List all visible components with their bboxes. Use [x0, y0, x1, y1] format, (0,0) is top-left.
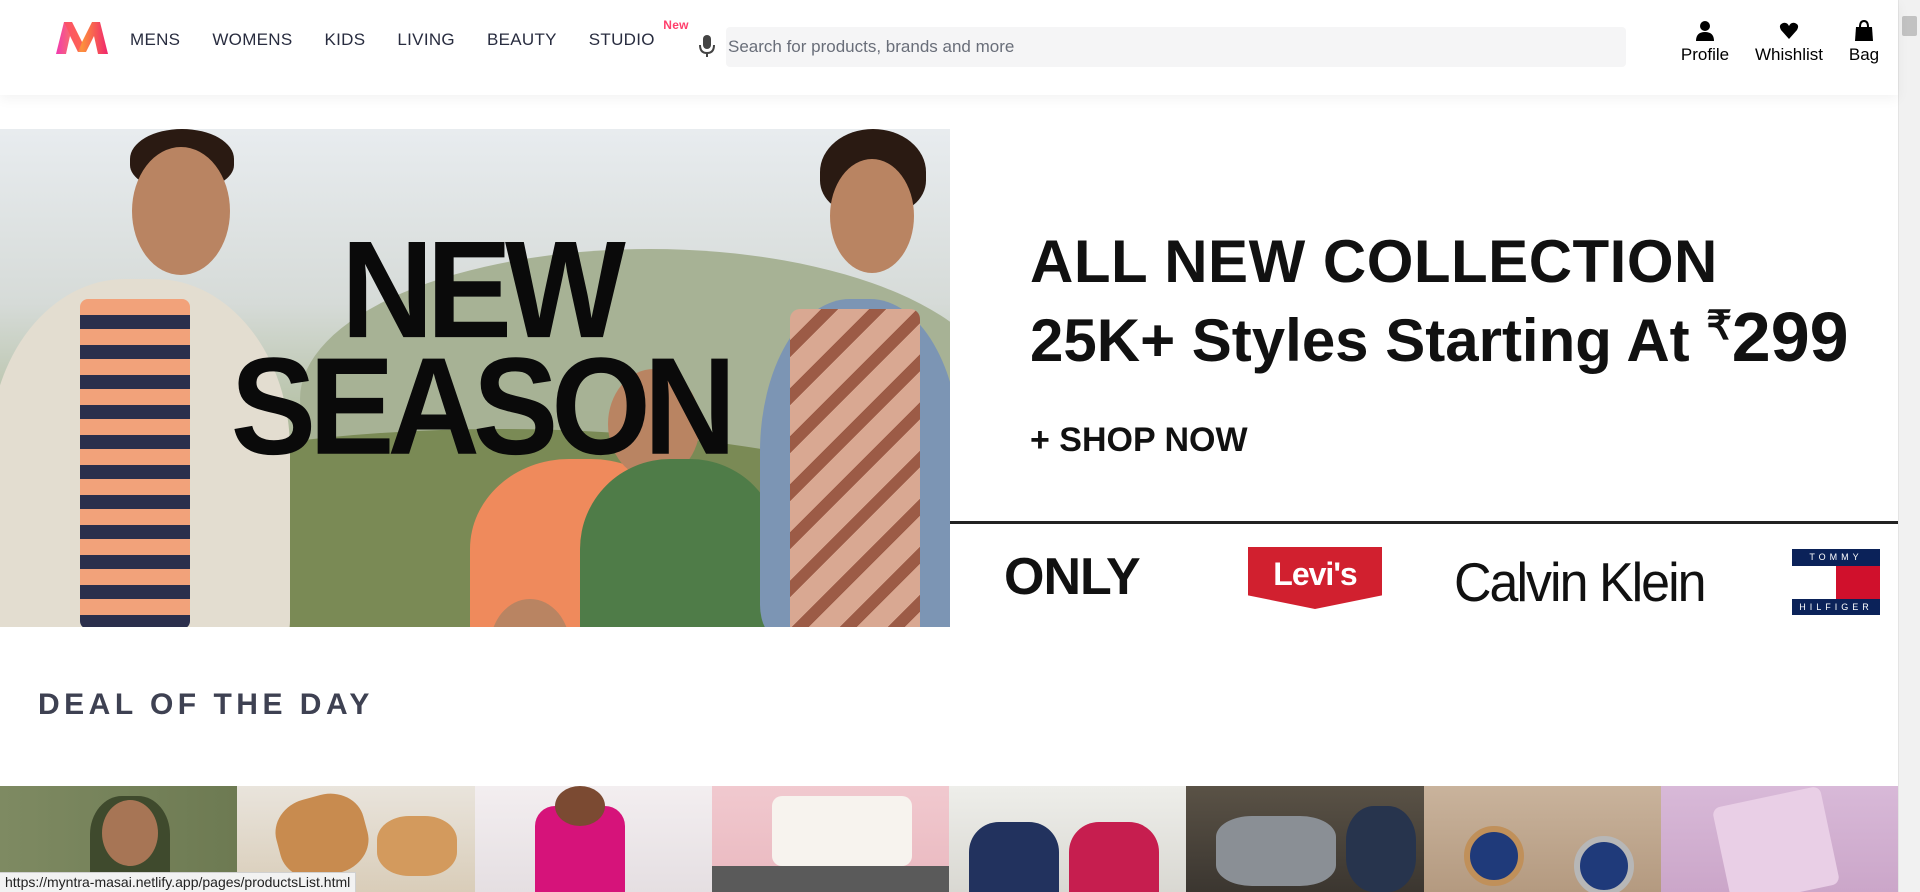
brand-logo-levis[interactable]: Levi's [1248, 547, 1382, 609]
deal-of-the-day-title: DEAL OF THE DAY [38, 688, 374, 721]
deal-tile-women-dress[interactable] [474, 786, 712, 892]
hero-model-shirt [80, 299, 190, 627]
user-icon [1696, 21, 1714, 41]
nav-mens[interactable]: MENS [130, 30, 180, 50]
myntra-logo-icon[interactable] [54, 18, 110, 58]
scrollbar-thumb[interactable] [1902, 16, 1917, 36]
deal-tile-home-decor[interactable] [711, 786, 949, 892]
new-badge: New [663, 18, 689, 32]
brand-logo-only[interactable]: ONLY [1004, 547, 1141, 607]
nav-studio-label: STUDIO [588, 30, 655, 49]
nav-living[interactable]: LIVING [397, 30, 455, 50]
header-actions: Profile Whishlist Bag [1660, 20, 1900, 65]
page-scrollbar[interactable] [1898, 0, 1920, 892]
wishlist-label: Whishlist [1754, 45, 1823, 64]
microphone-icon[interactable] [698, 34, 716, 58]
main-nav: MENS WOMENS KIDS LIVING BEAUTY STUDIO Ne… [130, 0, 689, 80]
hero-headline-prefix: 25K+ Styles Starting At [1030, 307, 1707, 374]
deal-pillow [771, 796, 912, 866]
deal-rider [1346, 806, 1417, 892]
bag-icon [1855, 20, 1873, 41]
deal-tile-bikers[interactable] [1186, 786, 1424, 892]
site-header: MENS WOMENS KIDS LIVING BEAUTY STUDIO Ne… [0, 0, 1898, 95]
bag-label: Bag [1848, 45, 1880, 64]
deal-model-hair [554, 786, 605, 826]
tommy-logo-bottom: HILFIGER [1799, 602, 1873, 612]
hero-banner-line2: SEASON [230, 329, 737, 484]
hero-headline-line2: 25K+ Styles Starting At ₹299 [1030, 297, 1849, 377]
hero-headline-line1: ALL NEW COLLECTION [1030, 228, 1718, 295]
deal-kid [1069, 822, 1159, 892]
hero-model-shirt [790, 309, 920, 627]
deal-model-face [102, 800, 158, 866]
brand-logo-tommy-hilfiger[interactable]: TOMMY HILFIGER [1792, 549, 1880, 615]
profile-button[interactable]: Profile [1660, 20, 1750, 65]
hero-model-face [830, 159, 914, 273]
hero-divider [950, 521, 1898, 524]
deal-tile-kids-ethnic[interactable] [949, 786, 1187, 892]
watch-icon [1463, 826, 1524, 886]
hero-price: 299 [1731, 298, 1849, 376]
tommy-flag-white [1792, 566, 1836, 599]
bag-button[interactable]: Bag [1828, 20, 1900, 65]
brand-logo-calvin-klein[interactable]: Calvin Klein [1454, 552, 1707, 615]
deal-shoe-icon [377, 816, 458, 876]
nav-beauty[interactable]: BEAUTY [487, 30, 557, 50]
tommy-flag-icon [1792, 565, 1880, 599]
profile-label: Profile [1680, 45, 1730, 64]
deal-furniture [711, 866, 949, 892]
deal-motorcycle [1216, 816, 1337, 886]
tommy-flag-red [1836, 566, 1880, 599]
wishlist-button[interactable]: Whishlist [1750, 20, 1828, 65]
hero-banner-image[interactable]: NEW SEASON [0, 129, 950, 627]
deal-perfume-box [1711, 786, 1840, 892]
hero-model-woman-green [580, 459, 780, 627]
search-input[interactable] [726, 27, 1626, 67]
deal-tile-watches[interactable] [1423, 786, 1661, 892]
nav-womens[interactable]: WOMENS [212, 30, 292, 50]
nav-kids[interactable]: KIDS [325, 30, 366, 50]
currency-symbol: ₹ [1706, 304, 1732, 348]
status-bar-url: https://myntra-masai.netlify.app/pages/p… [0, 872, 357, 892]
hero-promo-panel[interactable]: ALL NEW COLLECTION 25K+ Styles Starting … [950, 129, 1898, 627]
deal-kid [969, 822, 1059, 892]
nav-studio[interactable]: STUDIO New [588, 18, 689, 50]
watch-icon [1573, 836, 1634, 892]
tommy-logo-top: TOMMY [1809, 552, 1863, 562]
shop-now-link[interactable]: + SHOP NOW [1030, 421, 1248, 460]
heart-icon [1779, 22, 1799, 39]
hero-banner-title: NEW SEASON [200, 221, 760, 484]
deal-tile-beauty[interactable] [1660, 786, 1898, 892]
